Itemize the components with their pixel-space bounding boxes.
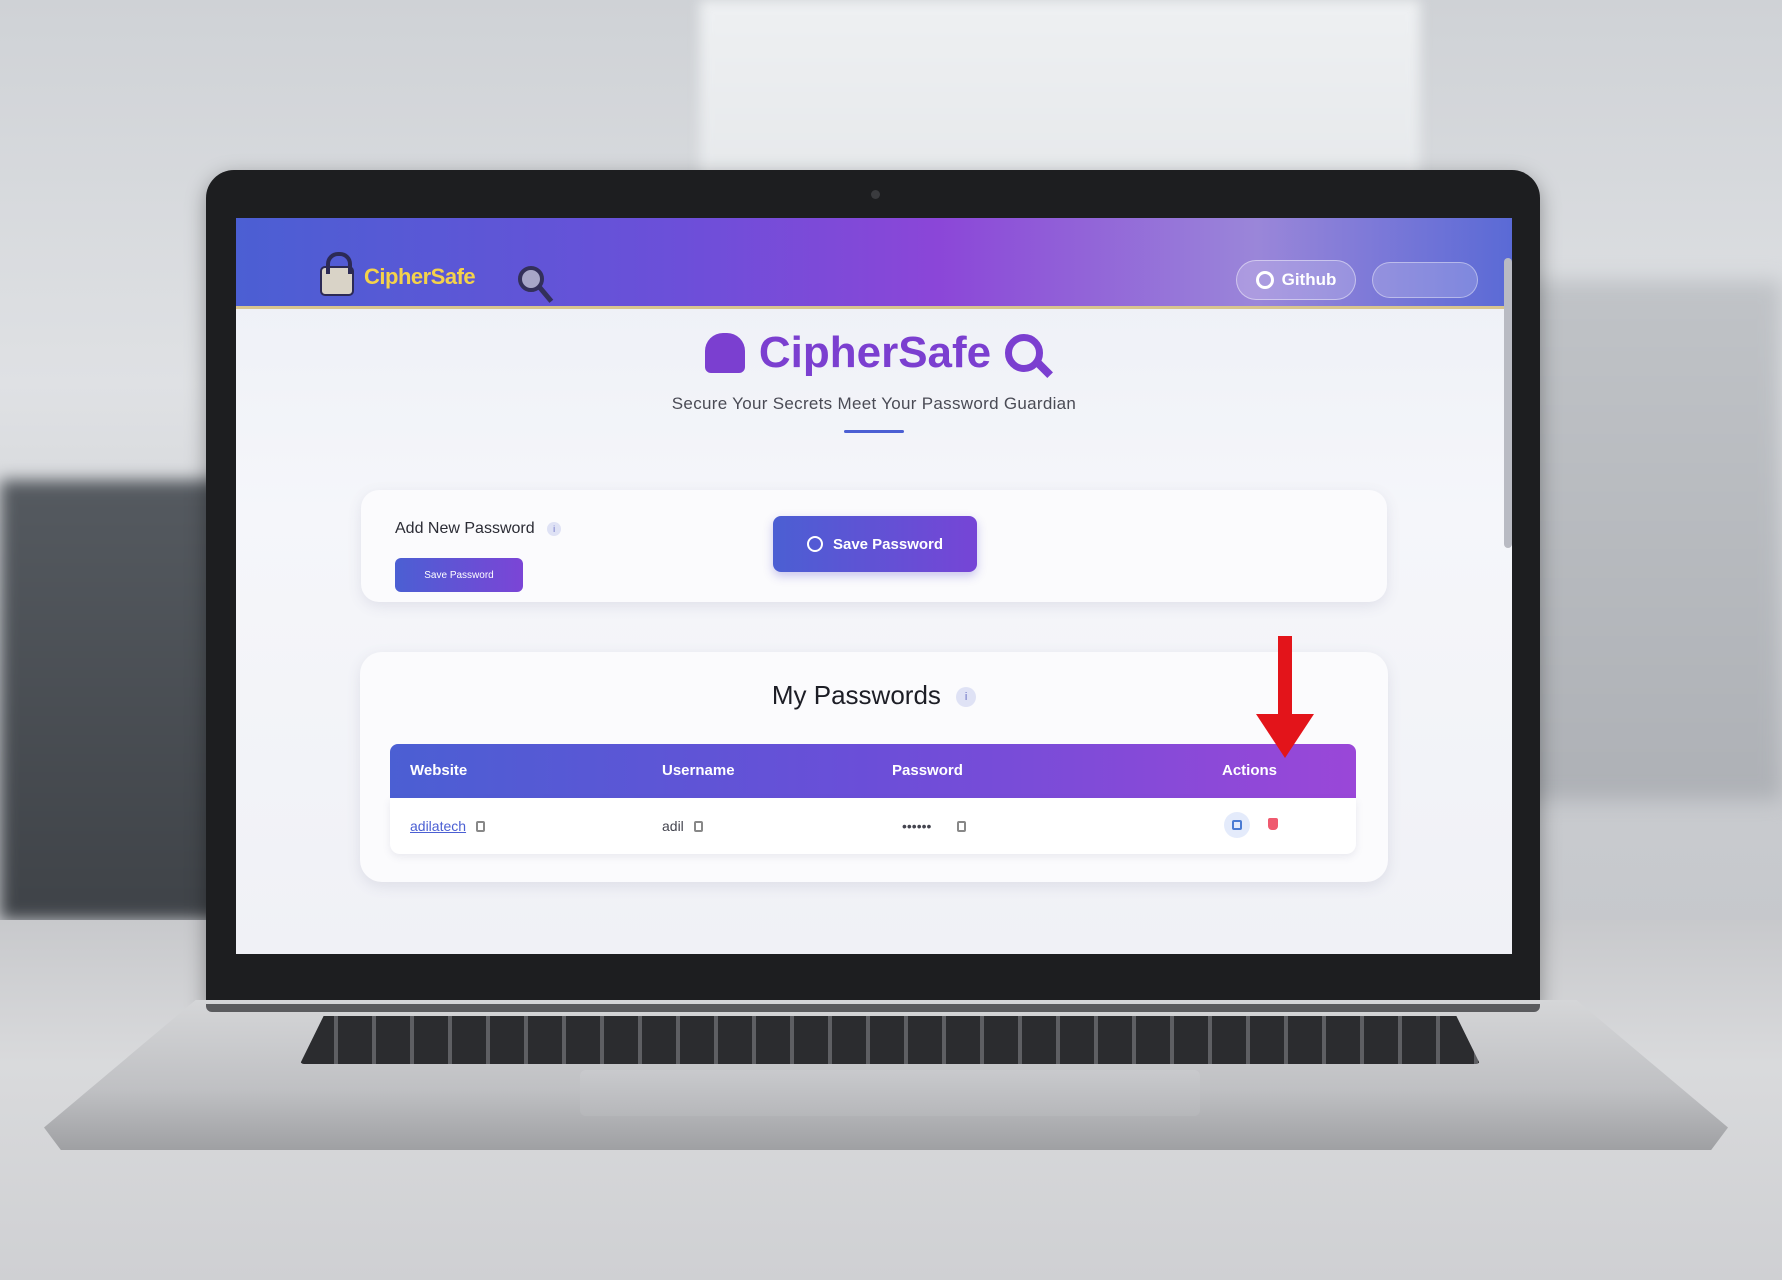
column-header-website: Website <box>410 762 468 779</box>
column-header-actions: Actions <box>1222 762 1278 779</box>
nav-pill-button[interactable] <box>1372 262 1478 298</box>
copy-icon[interactable] <box>693 820 703 832</box>
save-password-small-label: Save Password <box>424 569 494 581</box>
edit-button[interactable] <box>1224 812 1250 838</box>
navbar-underline <box>236 306 1512 309</box>
save-password-label: Save Password <box>832 535 944 553</box>
password-value: •••••• <box>902 818 932 834</box>
info-icon[interactable]: i <box>547 521 562 536</box>
website-link[interactable]: adilatech <box>410 818 466 834</box>
table-row: adilatech adil •••••• <box>390 798 1356 854</box>
brand-name[interactable]: CipherSafe <box>364 264 476 290</box>
column-header-password: Password <box>892 762 963 779</box>
red-arrow-head <box>1256 714 1314 758</box>
top-navbar: CipherSafe Github <box>236 218 1512 306</box>
add-password-label-text: Add New Password <box>395 520 535 537</box>
github-button[interactable]: Github <box>1236 260 1356 300</box>
passwords-title-text: My Passwords <box>771 680 941 710</box>
cell-username: adil <box>662 818 703 834</box>
hero-divider <box>844 430 904 433</box>
edit-icon <box>1232 820 1242 830</box>
hero-subtitle: Secure Your Secrets Meet Your Password G… <box>671 394 1077 413</box>
webcam <box>871 190 880 199</box>
lock-icon <box>320 252 354 296</box>
trackpad <box>580 1070 1200 1116</box>
key-icon <box>518 266 544 292</box>
username-value: adil <box>662 818 684 834</box>
add-password-label: Add New Password i <box>395 520 562 538</box>
hero-section: CipherSafe Secure Your Secrets Meet Your… <box>236 328 1512 433</box>
hero-lock-icon <box>704 333 745 373</box>
column-header-username: Username <box>662 762 735 779</box>
save-password-button[interactable]: Save Password <box>773 516 977 572</box>
delete-icon[interactable] <box>1268 818 1278 830</box>
copy-icon[interactable] <box>957 820 967 832</box>
github-icon <box>1255 271 1274 289</box>
passwords-card: My Passwords i Website Username Password… <box>360 652 1388 882</box>
laptop-hinge <box>206 1004 1540 1012</box>
hero-title: CipherSafe <box>758 328 992 377</box>
info-icon[interactable]: i <box>956 687 977 708</box>
cell-password: •••••• <box>902 818 967 834</box>
table-header: Website Username Password Actions <box>390 744 1356 798</box>
passwords-title: My Passwords i <box>360 680 1388 711</box>
red-arrow-shaft <box>1278 636 1292 718</box>
copy-icon[interactable] <box>476 820 486 832</box>
keyboard <box>300 1016 1480 1064</box>
save-icon <box>806 536 823 552</box>
hero-key-icon <box>1005 334 1044 372</box>
github-label: Github <box>1281 270 1337 289</box>
save-password-small-button[interactable]: Save Password <box>395 558 523 592</box>
cell-website: adilatech <box>410 818 486 834</box>
laptop-screen: CipherSafe Github CipherSafe Secure Your… <box>236 218 1512 954</box>
add-password-card: Add New Password i Save Password Save Pa… <box>361 490 1387 602</box>
